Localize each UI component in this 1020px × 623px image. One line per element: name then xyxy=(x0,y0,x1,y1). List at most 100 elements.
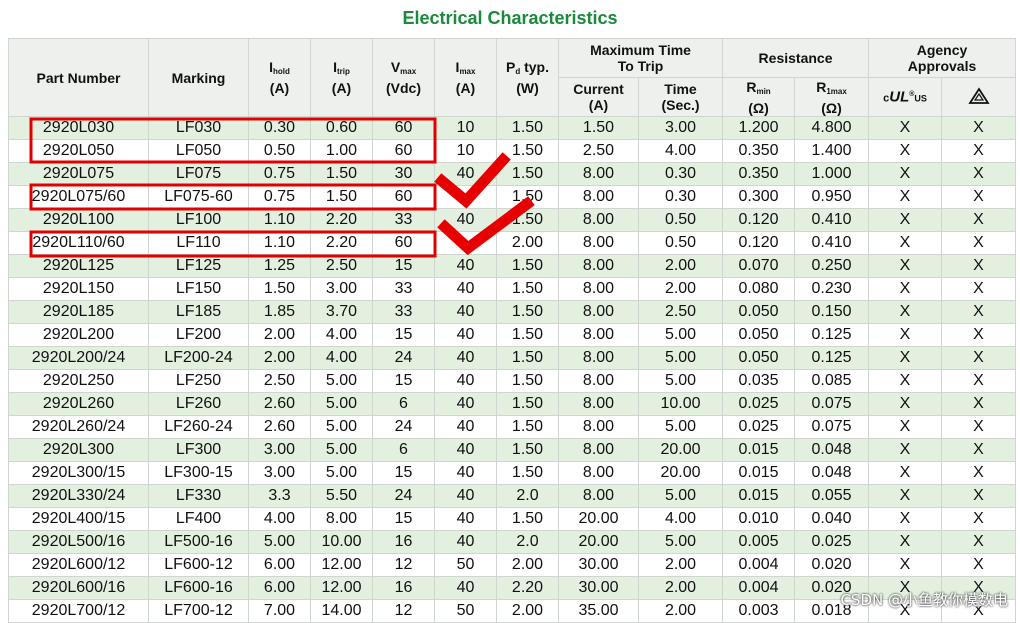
cell-r1max: 0.230 xyxy=(794,277,870,301)
cell-itrip: 8.00 xyxy=(310,507,373,531)
cell-ul-approval: X xyxy=(868,208,943,232)
cell-trip-time: 4.00 xyxy=(637,139,724,163)
cell-pd: 2.00 xyxy=(496,599,559,623)
cell-rmin: 0.070 xyxy=(722,254,796,278)
cell-imax: 40 xyxy=(434,208,497,232)
cell-pd: 2.00 xyxy=(496,553,559,577)
cell-trip-current: 8.00 xyxy=(558,254,639,278)
cell-imax: 40 xyxy=(434,300,497,324)
cell-trip-time: 20.00 xyxy=(637,438,724,462)
cell-tuv-approval: X xyxy=(941,484,1017,508)
cell-pd: 1.50 xyxy=(496,461,559,485)
cell-trip-current: 20.00 xyxy=(558,507,639,531)
cell-rmin: 0.025 xyxy=(722,415,796,439)
cell-marking: LF125 xyxy=(148,254,249,278)
cell-marking: LF400 xyxy=(148,507,249,531)
cell-rmin: 0.004 xyxy=(722,553,796,577)
table-row: 2920L260 LF260 2.60 5.00 6 40 1.50 8.00 10.00 0.0… xyxy=(8,392,1017,416)
cell-rmin: 0.005 xyxy=(722,530,796,554)
cell-imax: 40 xyxy=(434,461,497,485)
cell-trip-time: 2.00 xyxy=(637,576,724,600)
cell-vmax: 12 xyxy=(372,553,435,577)
cell-marking: LF050 xyxy=(148,139,249,163)
cell-trip-time: 3.00 xyxy=(637,116,724,140)
cell-tuv-approval: X xyxy=(941,185,1017,209)
cell-rmin: 0.120 xyxy=(722,208,796,232)
cell-marking: LF260-24 xyxy=(148,415,249,439)
cell-trip-current: 8.00 xyxy=(558,231,639,255)
table-row: 2920L330/24 LF330 3.3 5.50 24 40 2.0 8.00 5.00 0.… xyxy=(8,484,1017,508)
table-row: 2920L250 LF250 2.50 5.00 15 40 1.50 8.00 5.00 0.0… xyxy=(8,369,1017,393)
cell-tuv-approval: X xyxy=(941,415,1017,439)
cell-trip-time: 10.00 xyxy=(637,392,724,416)
cell-rmin: 0.004 xyxy=(722,576,796,600)
cell-itrip: 1.00 xyxy=(310,139,373,163)
cell-itrip: 14.00 xyxy=(310,599,373,623)
cell-tuv-approval: X xyxy=(941,530,1017,554)
cell-tuv-approval: X xyxy=(941,438,1017,462)
cell-ul-approval: X xyxy=(868,392,943,416)
cell-imax xyxy=(434,231,497,255)
cell-pd: 1.50 xyxy=(496,208,559,232)
cell-itrip: 5.00 xyxy=(310,392,373,416)
cell-ul-approval: X xyxy=(868,438,943,462)
cell-imax: 50 xyxy=(434,553,497,577)
cell-ul-approval: X xyxy=(868,461,943,485)
cell-trip-current: 8.00 xyxy=(558,392,639,416)
cell-ihold: 3.00 xyxy=(248,461,311,485)
cell-ihold: 1.10 xyxy=(248,208,311,232)
cell-tuv-approval: X xyxy=(941,231,1017,255)
cell-imax: 40 xyxy=(434,507,497,531)
cell-r1max: 4.800 xyxy=(794,116,870,140)
cell-itrip: 5.00 xyxy=(310,461,373,485)
cell-r1max: 0.075 xyxy=(794,415,870,439)
cell-imax: 40 xyxy=(434,369,497,393)
cell-trip-current: 8.00 xyxy=(558,438,639,462)
cell-pd: 1.50 xyxy=(496,185,559,209)
cell-part-number: 2920L600/12 xyxy=(8,553,149,577)
cell-vmax: 15 xyxy=(372,369,435,393)
cell-imax: 40 xyxy=(434,415,497,439)
header-agency-approvals: Agency Approvals xyxy=(868,38,1017,78)
header-ul-approval: cUL®US xyxy=(868,77,943,117)
cell-tuv-approval: X xyxy=(941,461,1017,485)
cell-vmax: 15 xyxy=(372,507,435,531)
cell-vmax: 33 xyxy=(372,277,435,301)
cell-pd: 1.50 xyxy=(496,300,559,324)
table-row: 2920L075/60 LF075-60 0.75 1.50 60 1.50 8.00 0.3… xyxy=(8,185,1017,209)
cell-marking: LF200-24 xyxy=(148,346,249,370)
cell-trip-time: 4.00 xyxy=(637,507,724,531)
cell-imax: 40 xyxy=(434,576,497,600)
cell-ihold: 2.60 xyxy=(248,415,311,439)
cell-ul-approval: X xyxy=(868,139,943,163)
header-itrip: Itrip (A) xyxy=(310,38,373,117)
cell-trip-time: 2.50 xyxy=(637,300,724,324)
cell-ihold: 0.75 xyxy=(248,162,311,186)
table-row: 2920L200/24 LF200-24 2.00 4.00 24 40 1.50 8.00 5… xyxy=(8,346,1017,370)
header-resistance: Resistance xyxy=(722,38,870,78)
cell-vmax: 24 xyxy=(372,346,435,370)
cell-imax xyxy=(434,185,497,209)
cell-marking: LF330 xyxy=(148,484,249,508)
cell-ul-approval: X xyxy=(868,415,943,439)
cell-trip-current: 8.00 xyxy=(558,277,639,301)
triangle-approval-icon xyxy=(967,86,990,108)
cell-ihold: 7.00 xyxy=(248,599,311,623)
header-marking: Marking xyxy=(148,38,249,117)
cell-rmin: 0.003 xyxy=(722,599,796,623)
cell-r1max: 0.410 xyxy=(794,231,870,255)
cell-vmax: 60 xyxy=(372,185,435,209)
cell-part-number: 2920L260/24 xyxy=(8,415,149,439)
cell-ihold: 1.50 xyxy=(248,277,311,301)
cell-marking: LF030 xyxy=(148,116,249,140)
cell-part-number: 2920L300/15 xyxy=(8,461,149,485)
cell-imax: 40 xyxy=(434,438,497,462)
cell-trip-time: 2.00 xyxy=(637,553,724,577)
cell-rmin: 0.300 xyxy=(722,185,796,209)
cell-tuv-approval: X xyxy=(941,392,1017,416)
cell-trip-current: 8.00 xyxy=(558,208,639,232)
cell-tuv-approval: X xyxy=(941,346,1017,370)
cell-vmax: 60 xyxy=(372,139,435,163)
cell-vmax: 24 xyxy=(372,484,435,508)
header-pd-typ: Pd typ. (W) xyxy=(496,38,559,117)
